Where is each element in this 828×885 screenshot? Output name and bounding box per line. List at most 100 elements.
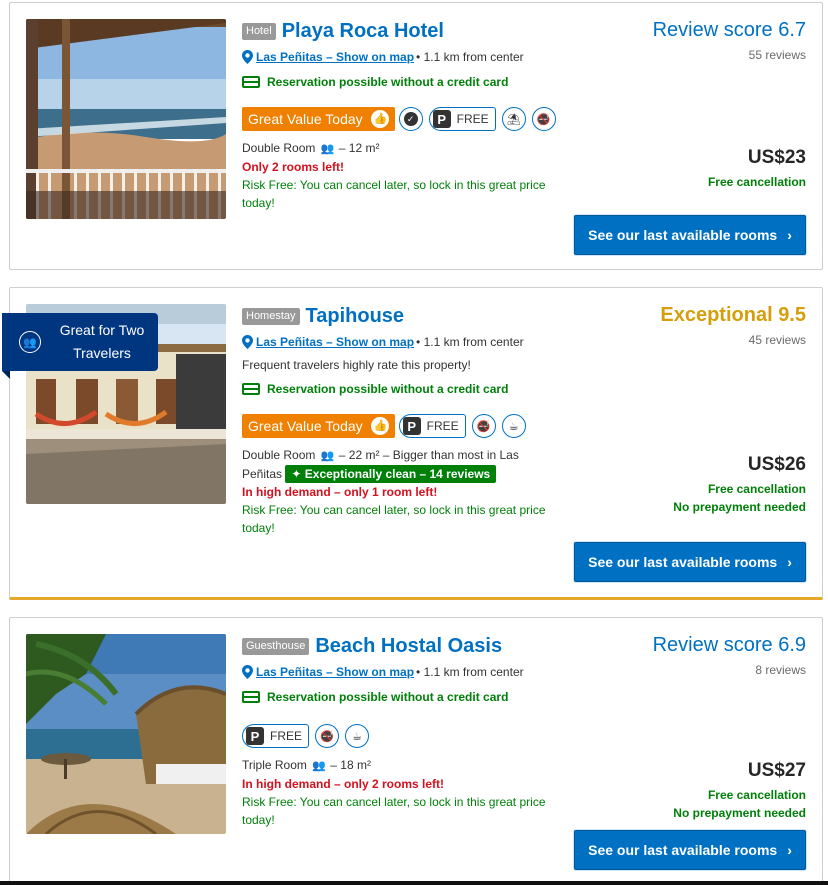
coffee-icon: ☕ — [345, 724, 370, 748]
see-rooms-button[interactable]: See our last available rooms › — [574, 542, 806, 582]
price-block: US$26 Free cancellation No prepayment ne… — [673, 454, 806, 516]
ribbon-label: Great for Two Travelers — [59, 322, 145, 361]
great-for-two-ribbon: 👥 Great for Two Travelers — [2, 313, 158, 379]
clean-badge: ✦ Exceptionally clean – 14 reviews — [285, 465, 497, 483]
great-value-badge: Great Value Today 👍 — [242, 414, 395, 438]
risk-free-note: Risk Free: You can cancel later, so lock… — [242, 178, 546, 210]
distance-text: • 1.1 km from center — [416, 50, 524, 64]
free-cancellation: Free cancellation — [707, 482, 806, 496]
review-block[interactable]: Review score 6.9 8 reviews — [653, 634, 806, 677]
property-photo[interactable] — [26, 634, 226, 834]
great-value-badge: Great Value Today 👍 — [242, 107, 395, 131]
review-score: Review score 6.9 — [652, 634, 806, 656]
property-type-badge: Homestay — [242, 307, 300, 325]
parking-icon: P — [432, 110, 451, 128]
room-type: Double Room — [242, 141, 316, 155]
availability-warning: In high demand – only 2 rooms left! — [242, 777, 445, 791]
property-info: Hotel Playa Roca Hotel Las Peñitas – Sho… — [242, 17, 582, 212]
couple-icon: 👥 — [320, 143, 335, 155]
property-type-badge: Guesthouse — [242, 637, 310, 655]
price: US$27 — [747, 760, 806, 781]
couple-icon: 👥 — [320, 450, 335, 462]
free-cancellation: Free cancellation — [707, 175, 806, 189]
no-prepayment: No prepayment needed — [673, 500, 806, 514]
credit-card-icon — [242, 691, 260, 703]
chevron-right-icon: › — [787, 842, 792, 858]
coffee-icon: ☕ — [501, 414, 526, 438]
price: US$26 — [747, 454, 806, 475]
reservation-note: Reservation possible without a credit ca… — [267, 690, 509, 704]
thumbs-up-icon: 👍 — [370, 417, 389, 435]
review-count: 55 reviews — [748, 48, 806, 62]
parking-free-label: FREE — [456, 112, 489, 126]
reservation-note: Reservation possible without a credit ca… — [267, 75, 509, 89]
thumbs-up-icon: 👍 — [370, 110, 389, 128]
great-value-label: Great Value Today — [248, 111, 363, 127]
parking-badge: P FREE — [398, 414, 466, 438]
bottom-edge — [0, 881, 828, 885]
review-block[interactable]: Exceptional 9.5 45 reviews — [660, 304, 806, 347]
parking-badge: P FREE — [242, 724, 310, 748]
show-on-map-link[interactable]: Las Peñitas – Show on map — [256, 335, 414, 349]
room-size: – 18 m² — [330, 758, 371, 772]
room-size: – 12 m² — [338, 141, 380, 155]
availability-warning: In high demand – only 1 room left! — [242, 485, 438, 499]
see-rooms-label: See our last available rooms — [588, 227, 778, 243]
review-score: Review score 6.7 — [652, 19, 806, 41]
price: US$23 — [747, 147, 806, 168]
map-pin-icon — [242, 335, 253, 349]
property-name-link[interactable]: Playa Roca Hotel — [282, 20, 444, 43]
no-smoking-icon: 🚭 — [471, 414, 496, 438]
see-rooms-button[interactable]: See our last available rooms › — [574, 830, 806, 870]
clean-label: Exceptionally clean – 14 reviews — [304, 467, 491, 481]
couple-icon: 👥 — [312, 760, 326, 772]
sparkle-icon: ✦ — [291, 467, 302, 481]
parking-free-label: FREE — [270, 729, 303, 743]
see-rooms-button[interactable]: See our last available rooms › — [574, 215, 806, 255]
risk-free-note: Risk Free: You can cancel later, so lock… — [242, 503, 546, 535]
property-card: Hotel Playa Roca Hotel Las Peñitas – Sho… — [9, 2, 823, 270]
credit-card-icon — [242, 76, 260, 88]
no-smoking-icon: 🚭 — [315, 724, 340, 748]
map-pin-icon — [242, 50, 253, 64]
couple-icon: 👥 — [19, 331, 41, 353]
property-card: Guesthouse Beach Hostal Oasis Las Peñita… — [9, 617, 823, 885]
frequent-travelers-note: Frequent travelers highly rate this prop… — [242, 358, 471, 372]
review-block[interactable]: Review score 6.7 55 reviews — [653, 19, 806, 62]
review-score: Exceptional 9.5 — [660, 304, 806, 326]
show-on-map-link[interactable]: Las Peñitas – Show on map — [256, 50, 414, 64]
parking-icon: P — [246, 727, 264, 745]
great-value-label: Great Value Today — [248, 418, 363, 434]
show-on-map-link[interactable]: Las Peñitas – Show on map — [256, 665, 414, 679]
distance-text: • 1.1 km from center — [416, 335, 524, 349]
chevron-right-icon: › — [787, 554, 792, 570]
room-type: Double Room — [242, 448, 316, 462]
chevron-right-icon: › — [787, 227, 792, 243]
parking-free-label: FREE — [426, 419, 459, 433]
reservation-note: Reservation possible without a credit ca… — [267, 382, 509, 396]
availability-warning: Only 2 rooms left! — [242, 160, 345, 174]
distance-text: • 1.1 km from center — [416, 665, 524, 679]
beach-icon: ⛱ — [501, 107, 526, 131]
property-name-link[interactable]: Tapihouse — [306, 305, 405, 328]
property-type-badge: Hotel — [242, 22, 276, 40]
property-info: Guesthouse Beach Hostal Oasis Las Peñita… — [242, 632, 582, 829]
property-info: Homestay Tapihouse Las Peñitas – Show on… — [242, 302, 582, 537]
property-photo[interactable] — [26, 19, 226, 219]
no-smoking-icon: 🚭 — [531, 107, 556, 131]
review-count: 8 reviews — [755, 663, 806, 677]
parking-badge: P FREE — [428, 107, 496, 131]
price-block: US$23 Free cancellation — [708, 147, 806, 191]
check-badge-icon: ✓ — [398, 107, 423, 131]
credit-card-icon — [242, 383, 260, 395]
property-name-link[interactable]: Beach Hostal Oasis — [315, 635, 502, 658]
parking-icon: P — [402, 417, 421, 435]
see-rooms-label: See our last available rooms — [588, 842, 778, 858]
no-prepayment: No prepayment needed — [673, 806, 806, 820]
see-rooms-label: See our last available rooms — [588, 554, 778, 570]
free-cancellation: Free cancellation — [707, 788, 806, 802]
price-block: US$27 Free cancellation No prepayment ne… — [673, 760, 806, 822]
room-type: Triple Room — [242, 758, 307, 772]
map-pin-icon — [242, 665, 253, 679]
review-count: 45 reviews — [748, 333, 806, 347]
